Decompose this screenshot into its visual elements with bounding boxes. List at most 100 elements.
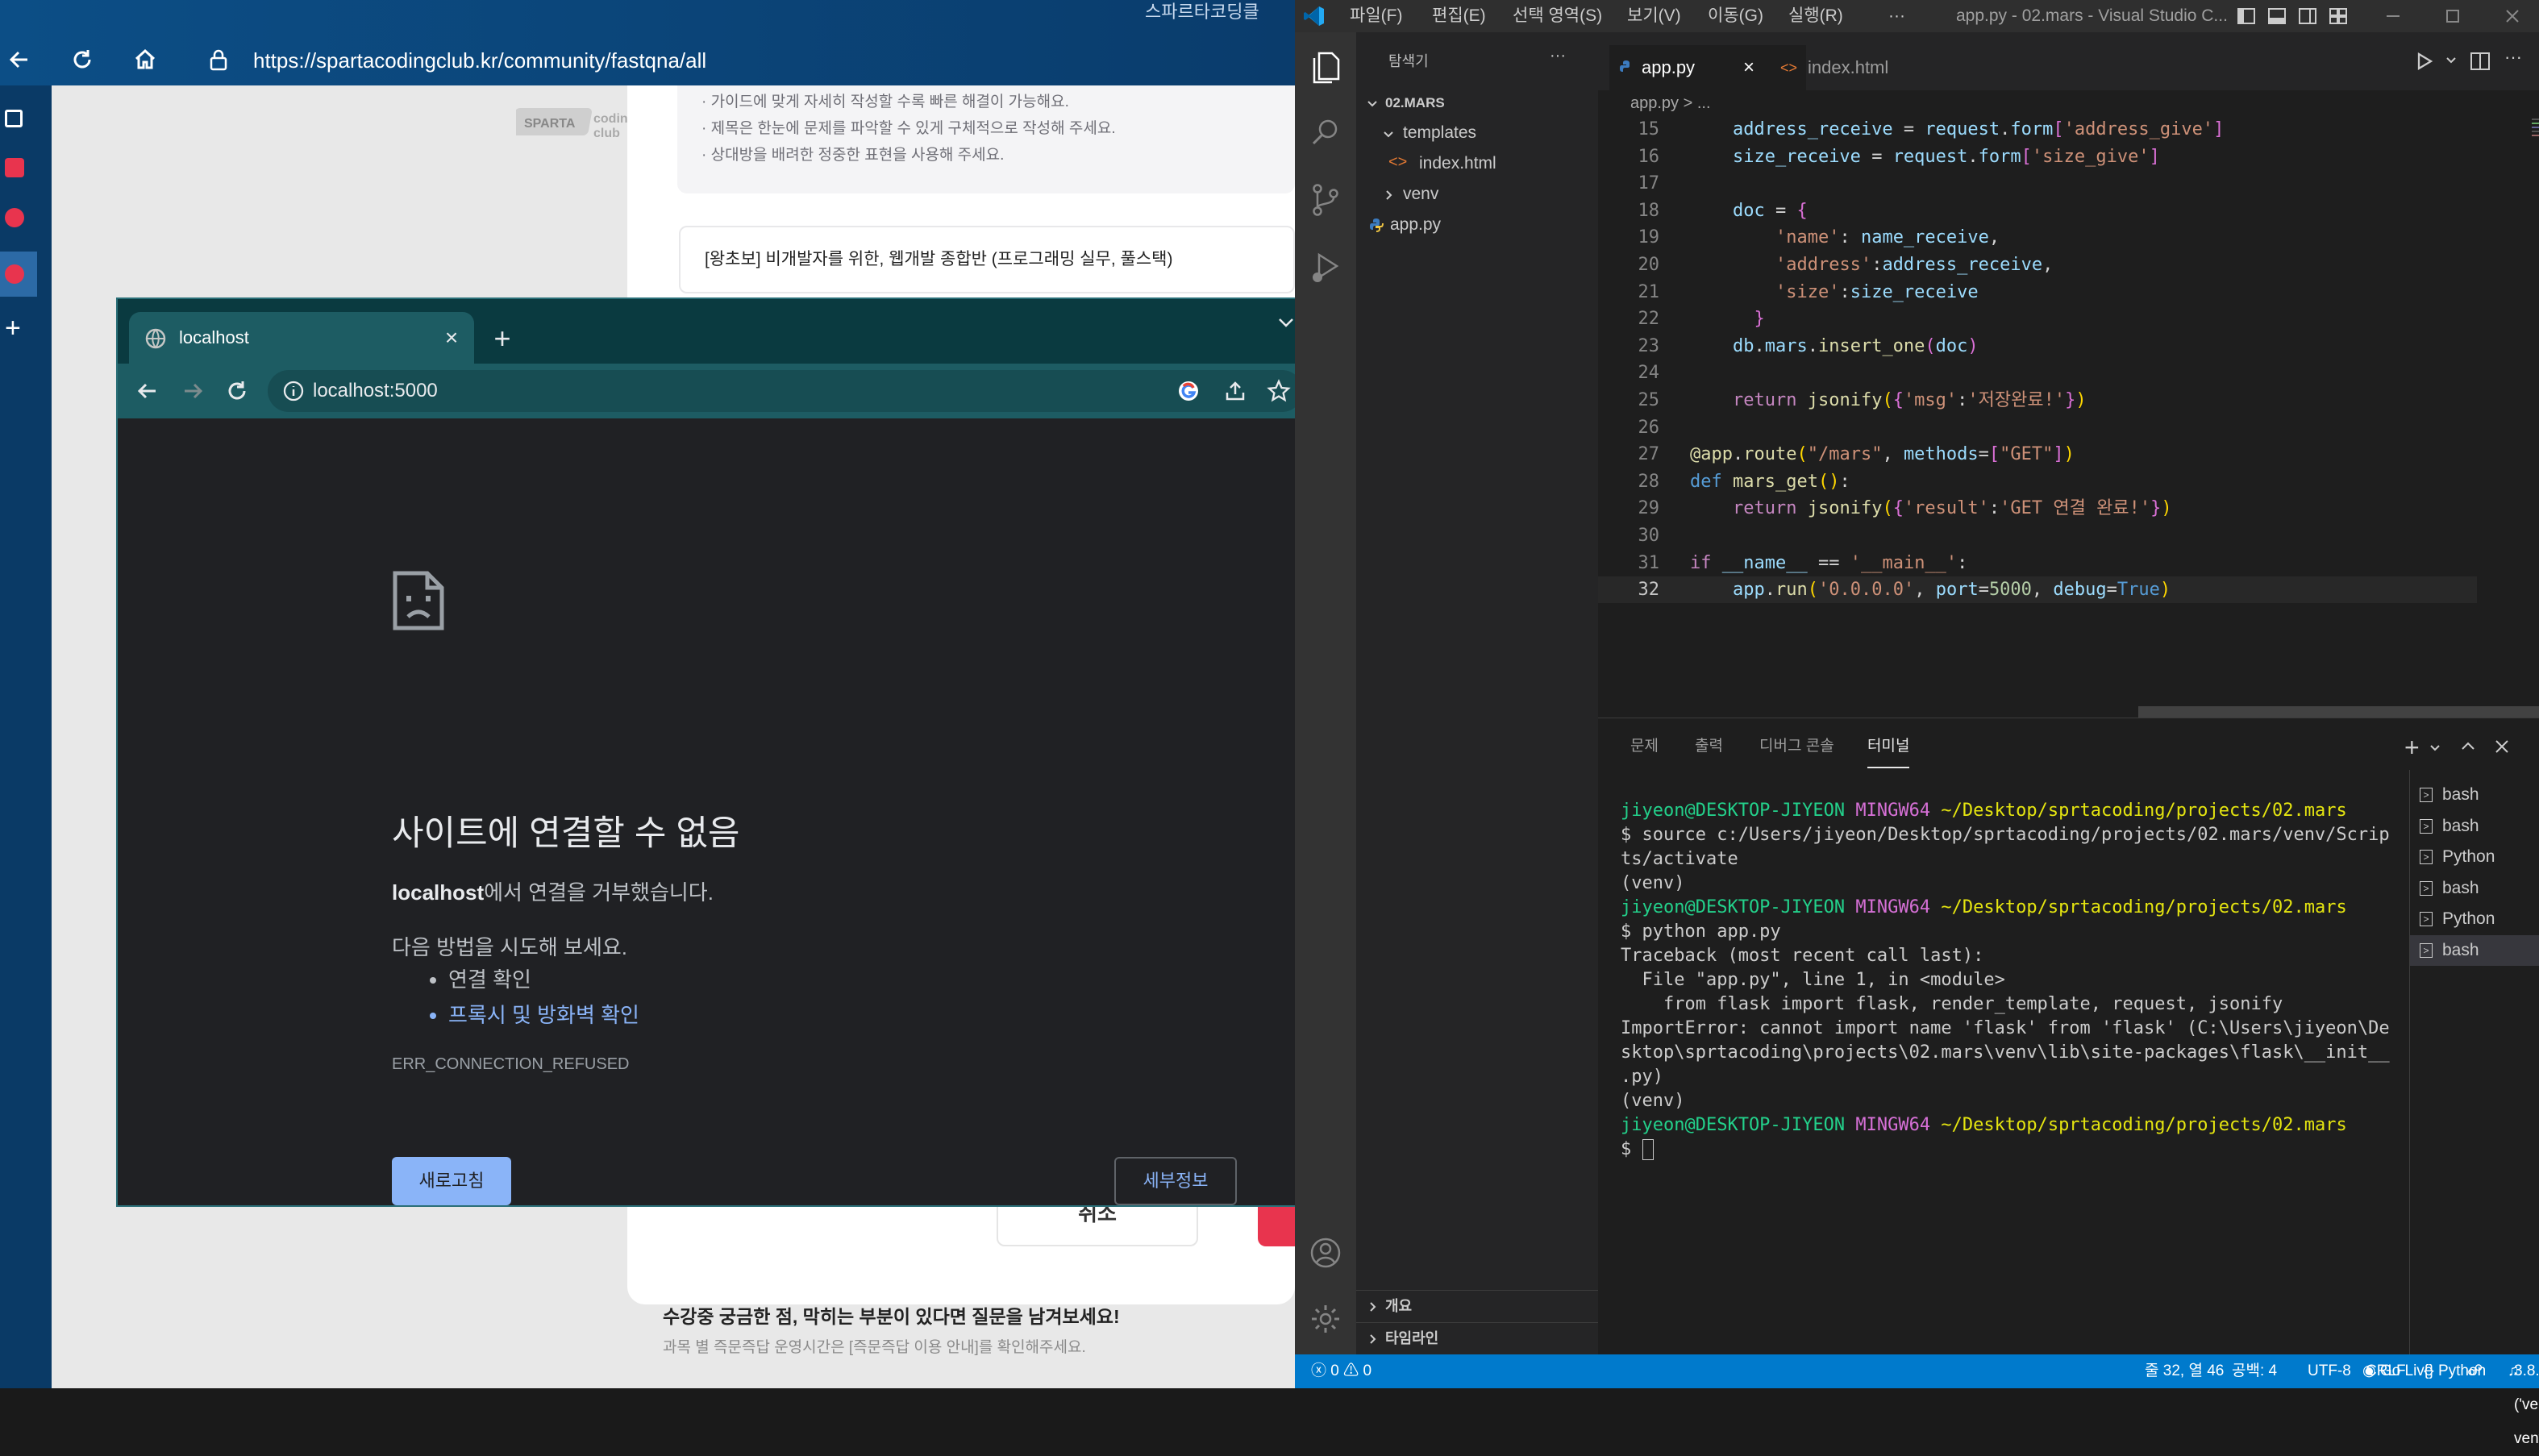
problems-status[interactable]: ⓧ 0 ⚠ 0 (1311, 1354, 1371, 1388)
run-debug-icon[interactable] (1309, 250, 1342, 285)
code-line[interactable]: 19 'name': name_receive, (1598, 224, 2477, 251)
notifications-bell-icon[interactable]: ♫ (2508, 1354, 2519, 1388)
outline-section[interactable]: 개요 (1356, 1290, 1598, 1321)
indentation-status[interactable]: 공백: 4 (2232, 1354, 2277, 1388)
feedback-icon[interactable]: ☍ (2467, 1354, 2483, 1388)
new-terminal-icon[interactable]: + (2404, 734, 2420, 760)
active-tab-highlight[interactable] (0, 252, 37, 297)
vscode-close-icon[interactable] (2503, 6, 2522, 26)
layout-secondary-icon[interactable] (2298, 6, 2317, 26)
code-line[interactable]: 23 db.mars.insert_one(doc) (1598, 333, 2477, 360)
back-arrow-icon[interactable] (134, 378, 160, 404)
tree-item-index-html[interactable]: <> index.html (1356, 148, 1598, 179)
menu-more[interactable]: ··· (1888, 0, 1905, 32)
new-tab-icon[interactable]: + (5, 314, 21, 342)
code-line[interactable]: 32 app.run('0.0.0.0', port=5000, debug=T… (1598, 576, 2477, 604)
code-line[interactable]: 15 address_receive = request.form['addre… (1598, 116, 2477, 143)
panel-tab-output[interactable]: 출력 (1695, 718, 1723, 775)
encoding-status[interactable]: UTF-8 (2308, 1354, 2351, 1388)
code-line[interactable]: 31 if __name__ == '__main__': (1598, 550, 2477, 576)
timeline-section[interactable]: 타임라인 (1356, 1322, 1598, 1353)
maximize-panel-icon[interactable] (2459, 738, 2477, 755)
explorer-more-button[interactable]: ··· (1550, 47, 1566, 65)
run-dropdown-chevron-icon[interactable] (2445, 53, 2458, 66)
info-icon[interactable] (282, 380, 305, 402)
menu-run[interactable]: 실행(R) (1788, 0, 1843, 32)
tab-actions-icon[interactable] (5, 110, 23, 127)
tab-index-html[interactable]: <> index.html (1775, 45, 1985, 90)
terminal-list-item[interactable]: > Python (2410, 904, 2539, 934)
cursor-position[interactable]: 줄 32, 열 46 (2145, 1354, 2224, 1388)
vscode-minimize-icon[interactable] (2383, 6, 2403, 26)
google-lens-icon[interactable] (1176, 378, 1201, 404)
details-button[interactable]: 세부정보 (1114, 1157, 1237, 1205)
code-line[interactable]: 18 doc = { (1598, 198, 2477, 224)
go-live-button[interactable]: ◉ Go Live (2362, 1354, 2433, 1388)
code-line[interactable]: 17 (1598, 170, 2477, 197)
code-line[interactable]: 28 def mars_get(): (1598, 468, 2477, 495)
terminal-list-item[interactable]: > bash (2410, 780, 2539, 810)
menu-selection[interactable]: 선택 영역(S) (1513, 0, 1602, 32)
tab-favicon-1-icon[interactable] (5, 158, 24, 177)
terminal-dropdown-chevron-icon[interactable] (2429, 741, 2441, 754)
editor-more-icon[interactable]: ··· (2504, 47, 2522, 68)
menu-go[interactable]: 이동(G) (1708, 0, 1763, 32)
project-folder[interactable]: 02.MARS (1356, 89, 1598, 118)
split-editor-icon[interactable] (2469, 50, 2491, 73)
bookmark-star-icon[interactable] (1266, 378, 1292, 404)
code-line[interactable]: 20 'address':address_receive, (1598, 252, 2477, 278)
run-python-icon[interactable] (2412, 50, 2435, 73)
minimap[interactable] (2532, 116, 2539, 164)
code-line[interactable]: 27 @app.route("/mars", methods=["GET"]) (1598, 441, 2477, 468)
chrome-tab-localhost[interactable]: localhost × (129, 312, 474, 364)
share-icon[interactable] (1222, 378, 1248, 404)
terminal-list-item[interactable]: > bash (2410, 811, 2539, 842)
code-line[interactable]: 29 return jsonify({'result':'GET 연결 완료!'… (1598, 495, 2477, 522)
layout-panel-icon[interactable] (2267, 6, 2287, 26)
code-line[interactable]: 26 (1598, 414, 2477, 441)
chrome-new-tab-button[interactable]: + (484, 320, 521, 357)
settings-gear-icon[interactable] (1309, 1303, 1342, 1335)
horizontal-scrollbar[interactable] (2138, 706, 2539, 718)
terminal-list-item[interactable]: > Python (2410, 842, 2539, 872)
terminal-list-item[interactable]: > bash (2410, 873, 2539, 904)
code-line[interactable]: 22 } (1598, 306, 2477, 332)
code-line[interactable]: 21 'size':size_receive (1598, 279, 2477, 306)
reload-icon[interactable] (224, 378, 250, 404)
search-icon[interactable] (1309, 116, 1342, 148)
chrome-tab-close-button[interactable]: × (435, 312, 468, 364)
suggestion-proxy-firewall-link[interactable]: 프록시 및 방화벽 확인 (448, 997, 639, 1033)
edge-tab-hint[interactable]: 스파르타코딩클 (1145, 0, 1259, 24)
refresh-icon[interactable] (69, 47, 95, 73)
code-line[interactable]: 16 size_receive = request.form['size_giv… (1598, 144, 2477, 170)
panel-tab-terminal[interactable]: 터미널 (1867, 726, 1910, 768)
code-line[interactable]: 30 (1598, 522, 2477, 549)
terminal-list-item[interactable]: > bash (2410, 934, 2539, 966)
tab-favicon-2-icon[interactable] (5, 208, 24, 227)
chrome-url[interactable]: localhost:5000 (313, 370, 438, 412)
menu-file[interactable]: 파일(F) (1350, 0, 1402, 32)
account-icon[interactable] (1309, 1237, 1342, 1269)
course-select[interactable]: [왕초보] 비개발자를 위한, 웹개발 종합반 (프로그래밍 실무, 풀스택) (679, 226, 1295, 293)
tab-close-button[interactable]: × (1743, 45, 1754, 90)
close-panel-icon[interactable] (2493, 738, 2511, 755)
reload-button[interactable]: 새로고침 (392, 1157, 511, 1205)
customize-layout-icon[interactable] (2329, 6, 2348, 26)
tree-item-venv[interactable]: venv (1356, 179, 1598, 210)
forward-arrow-icon[interactable] (181, 378, 206, 404)
menu-view[interactable]: 보기(V) (1627, 0, 1681, 32)
code-line[interactable]: 24 (1598, 360, 2477, 386)
code-line[interactable]: 25 return jsonify({'msg':'저장완료!'}) (1598, 387, 2477, 414)
breadcrumb[interactable]: app.py > ... (1630, 90, 1711, 116)
panel-tab-debug-console[interactable]: 디버그 콘솔 (1759, 718, 1834, 775)
layout-sidebar-icon[interactable] (2237, 6, 2256, 26)
code-editor[interactable]: 15 address_receive = request.form['addre… (1598, 116, 2477, 680)
panel-tab-problems[interactable]: 문제 (1630, 718, 1659, 775)
terminal-output[interactable]: jiyeon@DESKTOP-JIYEON MINGW64 ~/Desktop/… (1621, 799, 2390, 1162)
edge-url[interactable]: https://spartacodingclub.kr/community/fa… (253, 35, 706, 85)
home-icon[interactable] (132, 47, 158, 73)
explorer-icon[interactable] (1309, 50, 1342, 85)
back-icon[interactable] (6, 47, 32, 73)
source-control-icon[interactable] (1309, 182, 1342, 218)
tree-item-templates[interactable]: templates (1356, 118, 1598, 148)
